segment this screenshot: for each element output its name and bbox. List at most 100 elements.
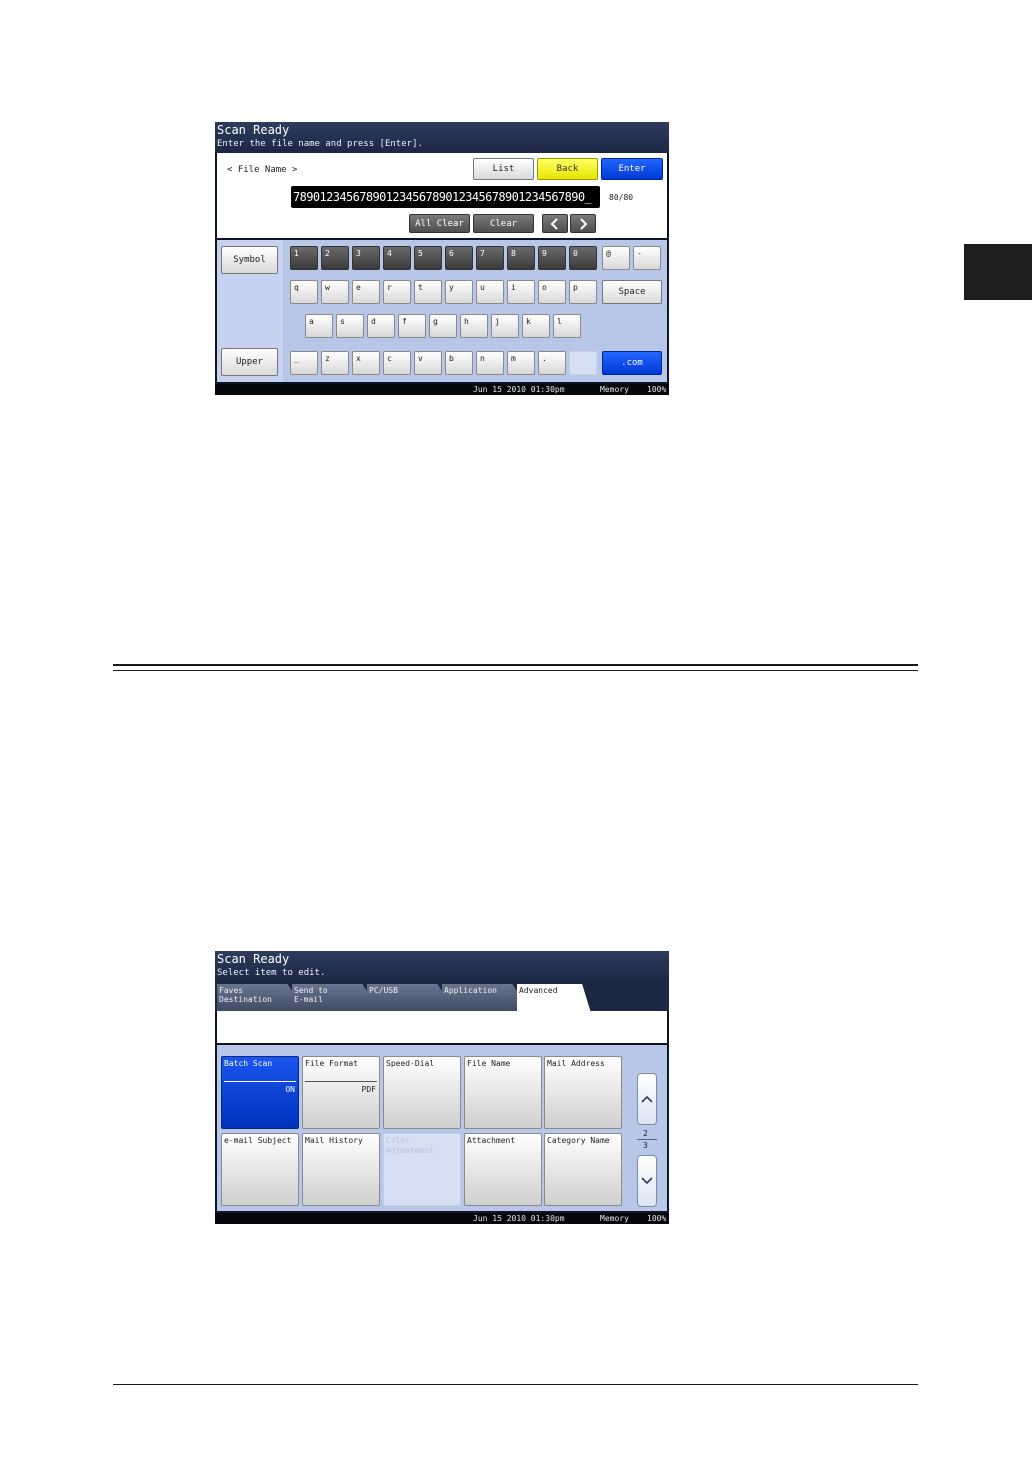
key-k[interactable]: k — [522, 314, 550, 338]
key-hyphen[interactable]: - — [633, 246, 661, 270]
tab-faves-destination[interactable]: Faves Destination — [217, 984, 305, 1011]
key-v[interactable]: v — [414, 351, 442, 375]
dotcom-key[interactable]: .com — [602, 351, 662, 375]
key-m[interactable]: m — [507, 351, 535, 375]
tile-label: File Format — [305, 1059, 358, 1068]
chevron-up-icon — [641, 1095, 653, 1103]
key-h[interactable]: h — [460, 314, 488, 338]
key-g[interactable]: g — [429, 314, 457, 338]
key-at[interactable]: @ — [602, 246, 630, 270]
tile-value: ON — [285, 1085, 295, 1094]
key-z[interactable]: z — [321, 351, 349, 375]
chevron-left-icon — [550, 217, 558, 230]
tab-bar: Faves Destination Send to E-mail PC/USB … — [215, 982, 669, 1013]
tab-send-to-email[interactable]: Send to E-mail — [292, 984, 380, 1011]
key-d[interactable]: d — [367, 314, 395, 338]
key-y[interactable]: y — [445, 280, 473, 304]
screen-header: Scan Ready Enter the file name and press… — [215, 122, 669, 153]
upper-button[interactable]: Upper — [221, 348, 278, 376]
footer-rule — [113, 1384, 918, 1385]
key-u[interactable]: u — [476, 280, 504, 304]
key-period[interactable]: . — [538, 351, 566, 375]
key-q[interactable]: q — [290, 280, 318, 304]
mail-address-tile[interactable]: Mail Address — [544, 1056, 622, 1129]
settings-grid: Batch Scan ON File Format PDF Speed-Dial… — [217, 1045, 667, 1211]
key-o[interactable]: o — [538, 280, 566, 304]
key-4[interactable]: 4 — [383, 246, 411, 270]
status-memory-label: Memory — [600, 385, 629, 394]
page-total: 3 — [643, 1141, 648, 1150]
key-5[interactable]: 5 — [414, 246, 442, 270]
tile-label: Mail Address — [547, 1059, 605, 1068]
list-button[interactable]: List — [473, 158, 534, 180]
key-l[interactable]: l — [553, 314, 581, 338]
tile-label-line2: Adjustment — [386, 1146, 435, 1155]
key-p[interactable]: p — [569, 280, 597, 304]
tab-application[interactable]: Application — [442, 984, 530, 1011]
key-i[interactable]: i — [507, 280, 535, 304]
key-3[interactable]: 3 — [352, 246, 380, 270]
key-8[interactable]: 8 — [507, 246, 535, 270]
character-counter: 80/80 — [609, 193, 634, 202]
file-format-tile[interactable]: File Format PDF — [302, 1056, 380, 1129]
page-current: 2 — [643, 1129, 648, 1138]
speed-dial-tile[interactable]: Speed-Dial — [383, 1056, 461, 1129]
symbol-button[interactable]: Symbol — [221, 246, 278, 274]
tile-label: Category Name — [547, 1136, 610, 1145]
tab-label-line1: Advanced — [519, 986, 558, 995]
key-f[interactable]: f — [398, 314, 426, 338]
tab-advanced[interactable]: Advanced — [517, 984, 591, 1013]
key-e[interactable]: e — [352, 280, 380, 304]
key-j[interactable]: j — [491, 314, 519, 338]
key-t[interactable]: t — [414, 280, 442, 304]
screen-instruction: Enter the file name and press [Enter]. — [217, 139, 423, 149]
cursor-left-button[interactable] — [542, 214, 568, 233]
key-c[interactable]: c — [383, 351, 411, 375]
clear-button[interactable]: Clear — [473, 214, 534, 233]
email-subject-tile[interactable]: e-mail Subject — [221, 1133, 299, 1206]
key-0[interactable]: 0 — [569, 246, 597, 270]
tile-label: Attachment — [467, 1136, 516, 1145]
tile-value: PDF — [361, 1085, 376, 1094]
scroll-up-button[interactable] — [637, 1073, 657, 1125]
section-rule — [113, 664, 918, 666]
scroll-down-button[interactable] — [637, 1155, 657, 1207]
file-name-tile[interactable]: File Name — [464, 1056, 542, 1129]
key-b[interactable]: b — [445, 351, 473, 375]
key-r[interactable]: r — [383, 280, 411, 304]
advanced-settings-screen: Scan Ready Select item to edit. Faves De… — [215, 951, 669, 1224]
key-2[interactable]: 2 — [321, 246, 349, 270]
tile-label: Mail History — [305, 1136, 363, 1145]
key-s[interactable]: s — [336, 314, 364, 338]
cursor-right-button[interactable] — [570, 214, 596, 233]
enter-button[interactable]: Enter — [601, 158, 663, 180]
status-memory-value: 100% — [647, 1214, 667, 1223]
file-name-input[interactable]: 7890123456789012345678901234567890123456… — [291, 186, 600, 208]
status-datetime: Jun 15 2010 01:30pm — [473, 385, 565, 394]
key-9[interactable]: 9 — [538, 246, 566, 270]
key-6[interactable]: 6 — [445, 246, 473, 270]
key-x[interactable]: x — [352, 351, 380, 375]
key-1[interactable]: 1 — [290, 246, 318, 270]
key-w[interactable]: w — [321, 280, 349, 304]
color-adjustment-tile: Color Adjustment — [383, 1133, 461, 1206]
status-bar: Jun 15 2010 01:30pm Memory 100% — [215, 384, 669, 395]
status-bar: Jun 15 2010 01:30pm Memory 100% — [215, 1213, 669, 1224]
key-underscore[interactable]: _ — [290, 351, 318, 375]
key-n[interactable]: n — [476, 351, 504, 375]
batch-scan-tile[interactable]: Batch Scan ON — [221, 1056, 299, 1129]
category-name-tile[interactable]: Category Name — [544, 1133, 622, 1206]
screen-instruction: Select item to edit. — [217, 968, 326, 978]
tile-label: Batch Scan — [224, 1059, 273, 1068]
chevron-right-icon — [580, 217, 588, 230]
tile-divider — [305, 1081, 377, 1082]
back-button[interactable]: Back — [537, 158, 598, 180]
tab-pc-usb[interactable]: PC/USB — [367, 984, 455, 1011]
mail-history-tile[interactable]: Mail History — [302, 1133, 380, 1206]
space-key[interactable]: Space — [602, 280, 662, 304]
tile-label: File Name — [467, 1059, 511, 1068]
key-a[interactable]: a — [305, 314, 333, 338]
attachment-tile[interactable]: Attachment — [464, 1133, 542, 1206]
all-clear-button[interactable]: All Clear — [409, 214, 470, 233]
key-7[interactable]: 7 — [476, 246, 504, 270]
